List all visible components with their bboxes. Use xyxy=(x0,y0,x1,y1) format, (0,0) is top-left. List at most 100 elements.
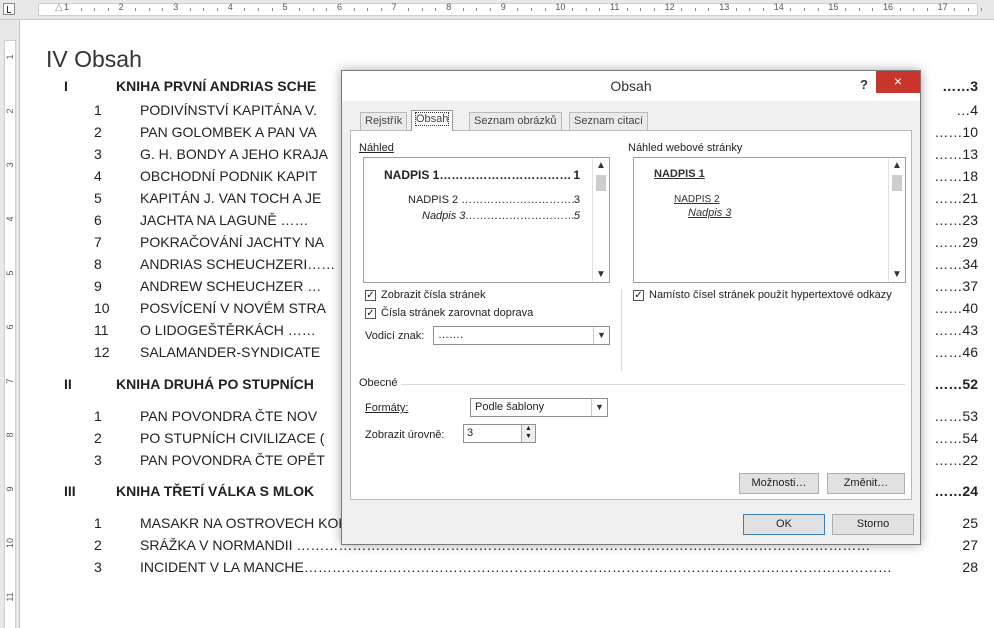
ok-button[interactable]: OK xyxy=(743,514,825,535)
chevron-down-icon[interactable]: ▼ xyxy=(591,399,607,416)
ruler-tick xyxy=(517,8,519,11)
ruler-tick xyxy=(763,8,764,11)
web-link-heading-3[interactable]: Nadpis 3 xyxy=(688,207,731,219)
ruler-tick xyxy=(148,8,150,11)
ruler-tick xyxy=(326,8,328,11)
leader-select[interactable]: ……. ▼ xyxy=(433,326,610,345)
toc-dialog: Obsah ? × Rejstřík Obsah Seznam obrázků … xyxy=(341,70,921,545)
help-button[interactable]: ? xyxy=(860,77,868,92)
ruler-tick xyxy=(790,8,792,11)
ruler-number: 10 xyxy=(555,2,566,12)
tab-rejstrik[interactable]: Rejstřík xyxy=(360,112,408,130)
toc-number: 6 xyxy=(94,212,102,228)
formats-select[interactable]: Podle šablony ▼ xyxy=(470,398,608,417)
toc-number: 5 xyxy=(94,190,102,206)
tab-seznam-obrazku[interactable]: Seznam obrázků xyxy=(469,112,562,130)
cancel-button[interactable]: Storno xyxy=(832,514,914,535)
toc-number: I xyxy=(64,78,68,94)
toc-number: 3 xyxy=(94,559,102,575)
ruler-tick xyxy=(203,8,205,11)
toc-title: SALAMANDER-SYNDICATE xyxy=(140,344,321,360)
horizontal-ruler[interactable]: △ 1 2 3 4 5 6 7 8 9 10 11 12 13 14 15 16 17 xyxy=(0,0,994,20)
ruler-tick xyxy=(735,8,737,11)
scroll-up-icon[interactable]: ▲ xyxy=(596,160,606,171)
ruler-number: 14 xyxy=(773,2,784,12)
web-link-heading-1[interactable]: NADPIS 1 xyxy=(654,168,705,180)
print-preview-box[interactable]: NADPIS 1…………………………… 1 NADPIS 2 ………………………… xyxy=(363,157,610,283)
scroll-thumb[interactable] xyxy=(596,175,606,191)
scroll-down-icon[interactable]: ▼ xyxy=(596,269,606,280)
toc-title: PAN GOLOMBEK A PAN VA xyxy=(140,124,317,140)
web-preview-box[interactable]: NADPIS 1 NADPIS 2 Nadpis 3 ▲ ▼ xyxy=(633,157,906,283)
chevron-down-icon[interactable]: ▼ xyxy=(593,327,609,344)
levels-spinner[interactable]: 3 ▲ ▼ xyxy=(463,424,536,443)
scroll-down-icon[interactable]: ▼ xyxy=(892,269,902,280)
ruler-number: 2 xyxy=(5,108,15,114)
spinner-arrows-icon[interactable]: ▲ ▼ xyxy=(521,425,535,442)
web-preview-label: Náhled webové stránky xyxy=(628,142,743,154)
toc-number: 11 xyxy=(94,322,109,338)
ruler-tick xyxy=(94,8,96,11)
scroll-thumb[interactable] xyxy=(892,175,902,191)
ruler-number: 13 xyxy=(719,2,730,12)
toc-title: POKRAČOVÁNÍ JACHTY NA xyxy=(140,234,325,250)
divider xyxy=(401,384,905,385)
ruler-number: 9 xyxy=(500,2,506,12)
ruler-tick xyxy=(408,8,410,11)
toc-number: 2 xyxy=(94,430,102,446)
indent-marker-icon[interactable]: △ xyxy=(55,2,63,13)
ruler-tick xyxy=(135,8,137,11)
ruler-number: 9 xyxy=(5,486,15,492)
close-button[interactable]: × xyxy=(876,71,920,93)
web-link-heading-2[interactable]: NADPIS 2 xyxy=(674,194,720,205)
print-preview-scrollbar[interactable]: ▲ ▼ xyxy=(592,158,609,282)
ruler-number: 3 xyxy=(5,162,15,168)
ruler-tick xyxy=(708,8,710,11)
toc-page: ……21 xyxy=(932,190,978,206)
right-align-checkbox[interactable]: ✓ xyxy=(365,308,376,319)
show-page-numbers-checkbox[interactable]: ✓ xyxy=(365,290,376,301)
page-title: IV Obsah xyxy=(46,46,142,72)
web-preview-scrollbar[interactable]: ▲ ▼ xyxy=(888,158,905,282)
ruler-number: 1 xyxy=(5,54,15,60)
tab-selector-button[interactable] xyxy=(3,3,15,15)
tab-seznam-citaci[interactable]: Seznam citací xyxy=(569,112,649,130)
ruler-tick xyxy=(817,8,819,11)
toc-title: G. H. BONDY A JEHO KRAJA xyxy=(140,146,329,162)
ruler-tick xyxy=(367,8,369,11)
toc-title: POSVÍCENÍ V NOVÉM STRA xyxy=(140,300,326,316)
modify-button[interactable]: Změnit… xyxy=(827,473,905,494)
ruler-number: 11 xyxy=(5,592,15,602)
hyperlinks-checkbox[interactable]: ✓ xyxy=(633,290,644,301)
ruler-tick xyxy=(626,8,628,11)
toc-title: PODIVÍNSTVÍ KAPITÁNA V. xyxy=(140,102,317,118)
ruler-number: 6 xyxy=(5,324,15,330)
toc-page: 25 xyxy=(960,515,978,531)
ruler-tick xyxy=(353,8,355,11)
ruler-tick xyxy=(107,8,109,11)
tab-obsah[interactable]: Obsah xyxy=(411,110,454,131)
toc-page: ……54 xyxy=(932,430,978,446)
ruler-tick xyxy=(299,8,300,11)
toc-title: PAN POVONDRA ČTE OPĚT xyxy=(140,452,325,468)
toc-page: ……46 xyxy=(932,344,978,360)
ruler-number: 2 xyxy=(118,2,124,12)
ruler-tick xyxy=(162,8,164,11)
toc-number: 4 xyxy=(94,168,102,184)
toc-number: 10 xyxy=(94,300,110,316)
toc-page: ……13 xyxy=(932,146,978,162)
toc-title: KNIHA TŘETÍ VÁLKA S MLOK xyxy=(116,483,315,499)
toc-number: 2 xyxy=(94,124,102,140)
general-section-label: Obecné xyxy=(359,377,398,389)
ruler-tick xyxy=(804,8,805,11)
ruler-tick xyxy=(312,8,314,11)
ruler-number: 6 xyxy=(337,2,343,12)
scroll-up-icon[interactable]: ▲ xyxy=(892,160,902,171)
options-button[interactable]: Možnosti… xyxy=(739,473,819,494)
ruler-tick xyxy=(531,8,532,11)
ruler-tick xyxy=(490,8,491,11)
toc-number: 7 xyxy=(94,234,102,250)
ruler-tick xyxy=(189,8,191,11)
ruler-number: 4 xyxy=(5,216,15,222)
ruler-tick xyxy=(244,8,246,11)
